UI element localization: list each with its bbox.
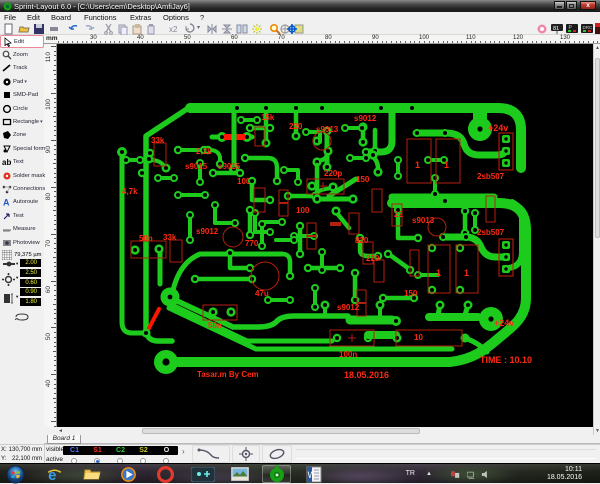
svg-text:s9012: s9012 [196,227,219,236]
svg-text:s9013: s9013 [412,216,435,225]
svg-text:TIME : 10.10: TIME : 10.10 [480,355,532,365]
svg-text:81: 81 [553,26,559,32]
svg-text:1: 1 [415,160,420,170]
svg-text:A: A [3,198,10,208]
svg-text:50n: 50n [208,321,222,330]
svg-text:40: 40 [45,380,52,388]
svg-text:820: 820 [355,236,369,245]
svg-text:s9015: s9015 [218,162,241,171]
svg-text:22: 22 [394,210,403,219]
svg-text:1: 1 [444,160,449,170]
svg-text:150: 150 [404,289,418,298]
svg-text:s9013: s9013 [316,125,339,134]
svg-text:70: 70 [45,240,52,248]
svg-text:15k: 15k [261,113,275,122]
svg-text:Tasar.m By Cem: Tasar.m By Cem [197,370,259,379]
svg-text:50n: 50n [139,234,153,243]
svg-text:220: 220 [366,254,380,263]
svg-text:100: 100 [296,206,310,215]
svg-text:60: 60 [45,286,52,294]
svg-text:110: 110 [45,52,52,63]
svg-text:s9015: s9015 [185,162,208,171]
svg-text:x2: x2 [169,25,178,34]
svg-text:47u: 47u [255,289,269,298]
svg-text:2,2k: 2,2k [196,147,212,156]
svg-text:+24v: +24v [488,123,508,133]
svg-text:1: 1 [464,268,469,278]
svg-text:100: 100 [237,177,251,186]
svg-text:1: 1 [436,268,441,278]
svg-text:90: 90 [45,146,52,154]
svg-text:s9012: s9012 [354,114,377,123]
svg-text:770: 770 [245,239,259,248]
svg-text:DRC: DRC [583,25,593,30]
svg-text:100n: 100n [339,350,357,359]
svg-text:150: 150 [356,175,370,184]
svg-text:220: 220 [289,122,303,131]
svg-text:+24v: +24v [494,318,514,328]
svg-text:100: 100 [45,99,52,110]
svg-text:80: 80 [45,193,52,201]
svg-text:2sb507: 2sb507 [477,172,505,181]
svg-text:33k: 33k [163,233,177,242]
svg-text:ab: ab [2,158,11,167]
svg-text:50: 50 [45,333,52,341]
svg-text:4,7k: 4,7k [122,187,138,196]
svg-text:10: 10 [414,333,423,342]
svg-text:s9012: s9012 [337,303,360,312]
svg-text:2sb507: 2sb507 [477,228,505,237]
svg-text:33k: 33k [151,136,165,145]
svg-text:18.05.2016: 18.05.2016 [344,370,389,380]
svg-text:220p: 220p [324,169,342,178]
